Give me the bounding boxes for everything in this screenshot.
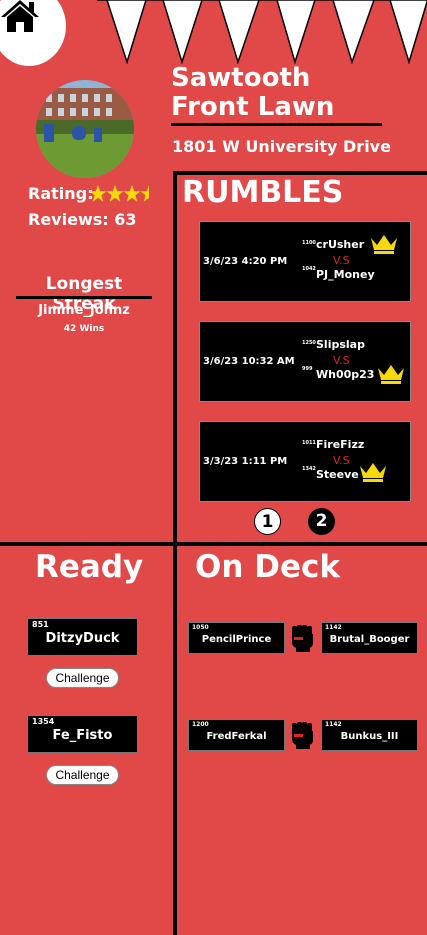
- venue-title-line2: Front Lawn: [171, 92, 335, 122]
- player2-rating: 999: [302, 366, 313, 372]
- venue-photo: [36, 80, 134, 178]
- ready-player-card: 851 DitzyDuck: [27, 618, 138, 656]
- player-rating: 1354: [32, 717, 55, 726]
- match-date: 3/3/23 1:11 PM: [203, 456, 288, 467]
- crown-icon: [360, 463, 386, 482]
- player-name: Bunkus_III: [340, 731, 399, 742]
- on-deck-player-card: 1142 Brutal_Booger: [321, 622, 418, 654]
- player1-name: Slipslap: [316, 338, 365, 351]
- rumbles-heading: RUMBLES: [182, 175, 344, 210]
- player-name: DitzyDuck: [45, 631, 120, 646]
- player-name: Brutal_Booger: [329, 634, 410, 645]
- player-name: Fe_Fisto: [52, 728, 113, 743]
- fist-icon: [292, 722, 313, 749]
- venue-title-line1: Sawtooth: [171, 63, 311, 93]
- star-icon: [106, 185, 124, 202]
- rumble-card[interactable]: 3/6/23 10:32 AM 1250 Slipslap V.S 999 Wh…: [199, 321, 411, 402]
- versus-label: V.S: [333, 354, 350, 367]
- fist-icon: [292, 625, 313, 652]
- on-deck-player-card: 1142 Bunkus_III: [321, 719, 418, 751]
- player1-rating: 1100: [302, 240, 316, 246]
- star-icon: [123, 185, 141, 202]
- player-rating: 851: [32, 620, 49, 629]
- home-button[interactable]: [0, 0, 66, 66]
- ready-heading: Ready: [35, 549, 144, 585]
- divider-rumbles-left: [173, 171, 177, 935]
- streak-wins: 42 Wins: [63, 324, 105, 334]
- player1-name: FireFizz: [316, 438, 365, 451]
- on-deck-player-card: 1050 PencilPrince: [188, 622, 285, 654]
- player1-rating: 1250: [302, 340, 316, 346]
- player2-rating: 1042: [302, 266, 316, 272]
- on-deck-heading: On Deck: [195, 549, 340, 585]
- crown-icon: [371, 235, 397, 254]
- player2-name: PJ_Money: [316, 268, 375, 281]
- player2-name: Steeve: [316, 468, 359, 481]
- sawtooth-banner: [97, 0, 427, 64]
- star-icon: [89, 185, 107, 202]
- rumble-card[interactable]: 3/6/23 4:20 PM 1100 crUsher V.S 1042 PJ_…: [199, 221, 411, 302]
- page-1-button[interactable]: 1: [254, 508, 281, 535]
- home-icon: [1, 0, 39, 32]
- venue-title: Sawtooth Front Lawn: [171, 64, 334, 122]
- divider-horizontal: [0, 542, 427, 546]
- page-2-button[interactable]: 2: [308, 508, 335, 535]
- player1-name: crUsher: [316, 238, 365, 251]
- player-rating: 1142: [325, 624, 342, 631]
- player2-name: Wh00p23: [316, 368, 375, 381]
- challenge-button[interactable]: Challenge: [46, 668, 119, 688]
- player-rating: 1050: [192, 624, 209, 631]
- player-name: PencilPrince: [201, 634, 272, 645]
- reviews-count: Reviews: 63: [28, 210, 137, 229]
- star-half-icon: [141, 185, 156, 202]
- venue-address: 1801 W University Drive: [172, 137, 391, 156]
- match-date: 3/6/23 4:20 PM: [203, 256, 288, 267]
- rating-stars: [89, 185, 156, 202]
- player2-rating: 1342: [302, 466, 316, 472]
- ready-player-card: 1354 Fe_Fisto: [27, 715, 138, 753]
- on-deck-player-card: 1200 FredFerkal: [188, 719, 285, 751]
- venue-photo-image: [36, 80, 134, 178]
- streak-player-name: Jimme_Johnz: [38, 303, 130, 318]
- versus-label: V.S: [333, 254, 350, 267]
- player-rating: 1200: [192, 721, 209, 728]
- player-rating: 1142: [325, 721, 342, 728]
- streak-underline: [16, 296, 152, 299]
- title-underline: [171, 123, 382, 126]
- player-name: FredFerkal: [206, 731, 267, 742]
- player1-rating: 1011: [302, 440, 316, 446]
- versus-label: V.S: [333, 454, 350, 467]
- rumble-card[interactable]: 3/3/23 1:11 PM 1011 FireFizz V.S 1342 St…: [199, 421, 411, 502]
- match-date: 3/6/23 10:32 AM: [203, 356, 295, 367]
- challenge-button[interactable]: Challenge: [46, 765, 119, 785]
- rating-label: Rating:: [28, 184, 94, 203]
- crown-icon: [378, 365, 404, 384]
